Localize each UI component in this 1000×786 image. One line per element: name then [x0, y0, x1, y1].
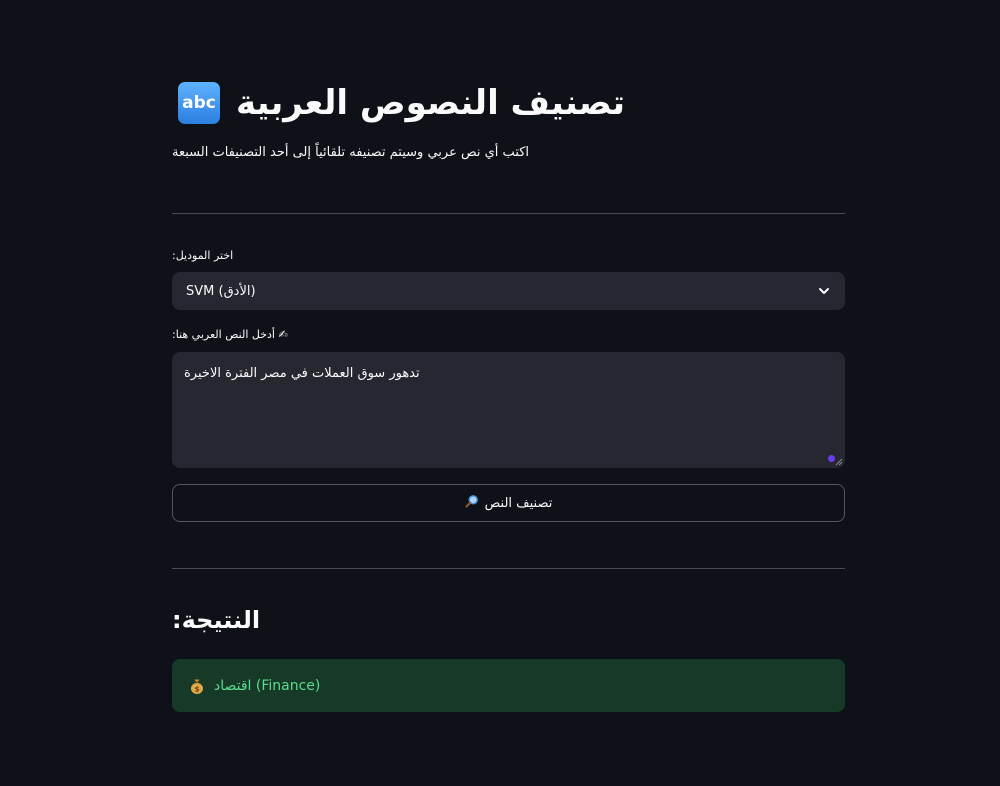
page-header: abc تصنيف النصوص العربية — [178, 78, 625, 128]
text-input-value: تدهور سوق العملات في مصر الفترة الاخيرة — [184, 366, 420, 381]
chevron-down-icon[interactable] — [815, 282, 833, 300]
model-select[interactable]: SVM (الأدق) — [172, 272, 845, 310]
result-alert: $ اقتصاد (Finance) — [172, 659, 845, 712]
divider-top — [172, 213, 845, 214]
focus-indicator — [828, 455, 835, 462]
text-input-area[interactable]: تدهور سوق العملات في مصر الفترة الاخيرة — [172, 352, 845, 468]
model-select-value: SVM (الأدق) — [186, 283, 256, 299]
classify-button-label: تصنيف النص — [484, 495, 553, 511]
classify-button-content: تصنيف النص — [465, 494, 553, 512]
money-bag-icon: $ — [188, 677, 206, 695]
page-subtitle: اكتب أي نص عربي وسيتم تصنيفه تلقائياً إل… — [172, 145, 530, 160]
app-page: abc تصنيف النصوص العربية اكتب أي نص عربي… — [0, 0, 1000, 786]
classify-button[interactable]: تصنيف النص — [172, 484, 845, 522]
text-input-label: :أدخل النص العربي هنا ✍ — [172, 328, 288, 341]
page-title: تصنيف النصوص العربية — [236, 83, 626, 123]
magnifier-icon — [465, 494, 479, 512]
result-text: اقتصاد (Finance) — [214, 677, 321, 694]
divider-bottom — [172, 568, 845, 569]
model-select-label: :اختر الموديل — [172, 249, 234, 262]
result-heading: :النتيجة — [172, 606, 261, 634]
svg-text:$: $ — [195, 685, 200, 693]
resize-handle-icon[interactable] — [835, 458, 843, 466]
abc-icon: abc — [178, 82, 220, 124]
